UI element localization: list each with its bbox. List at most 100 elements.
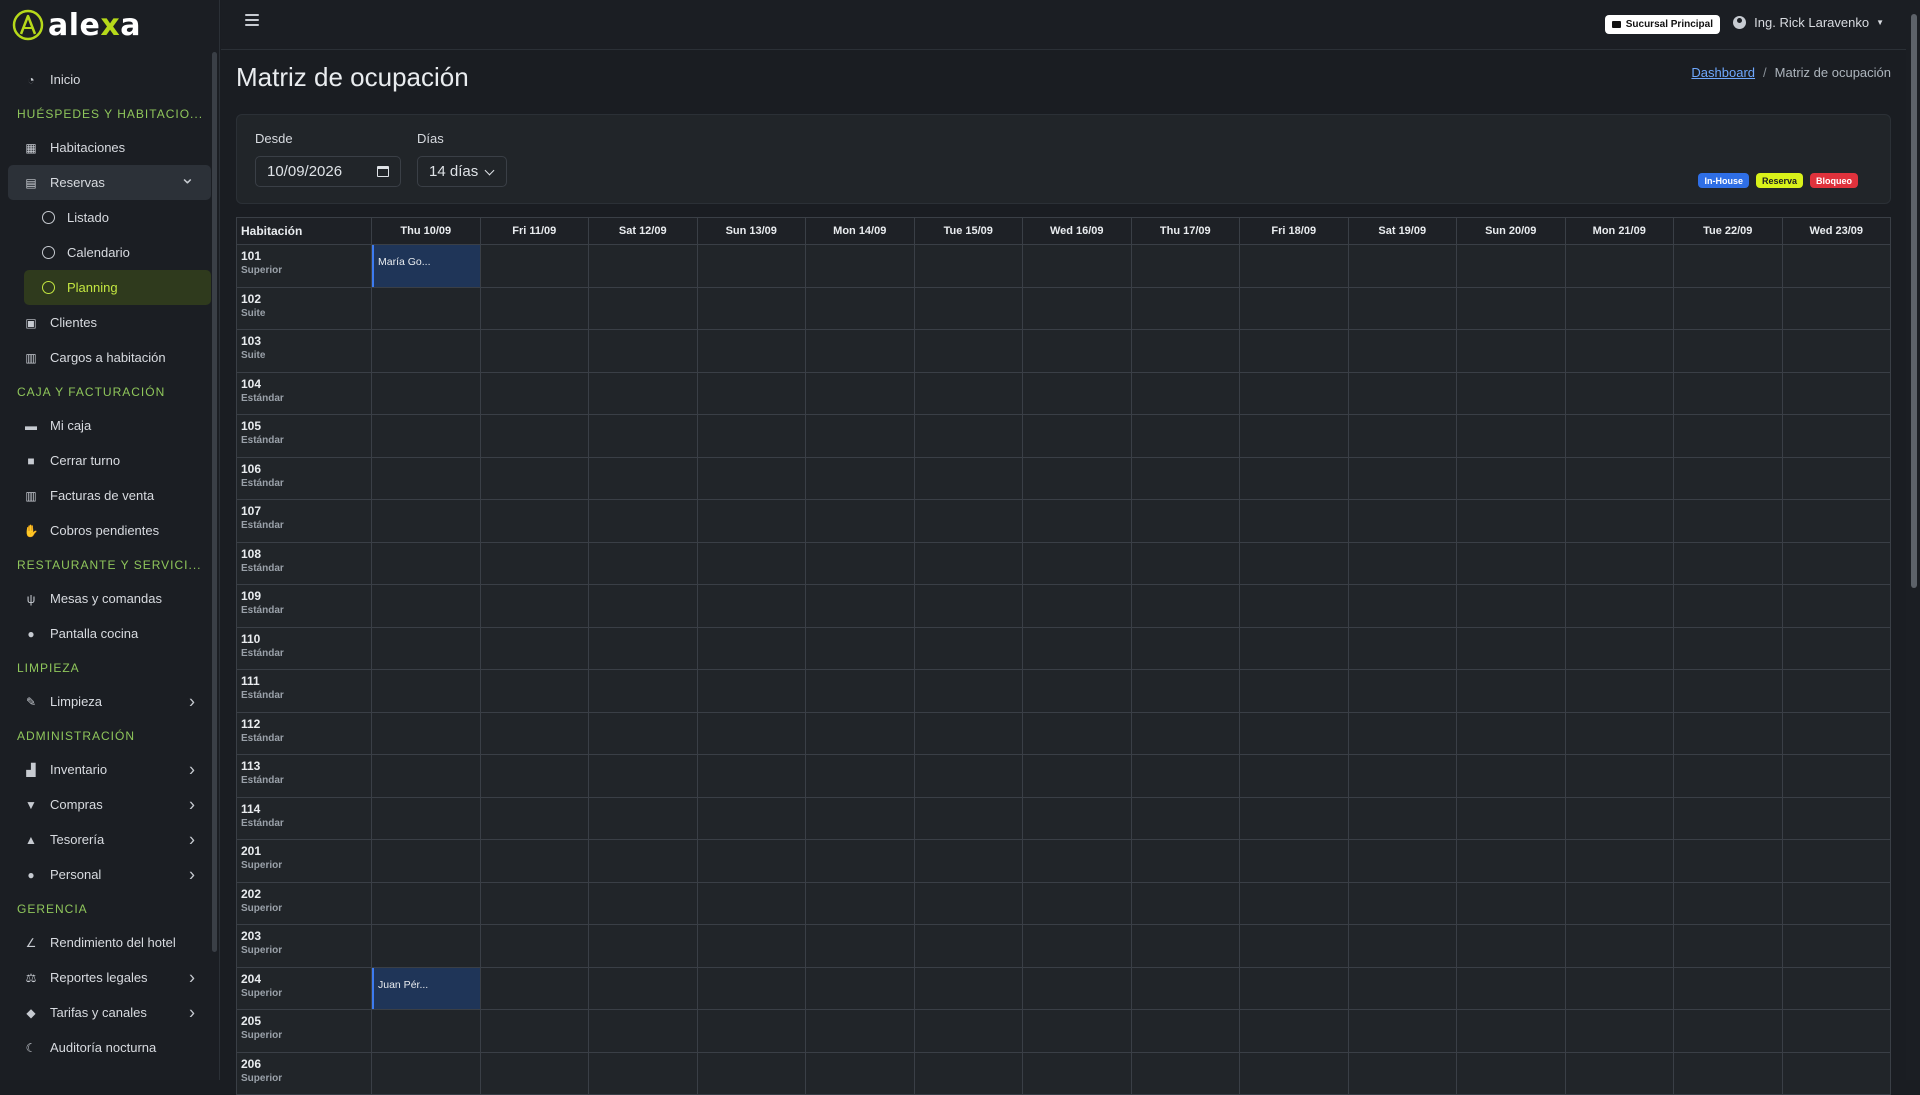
sidebar-item-rendimiento-del-hotel[interactable]: ∠ Rendimiento del hotel — [8, 925, 211, 960]
day-cell[interactable] — [1673, 244, 1783, 288]
day-cell[interactable] — [1239, 626, 1349, 670]
day-cell[interactable] — [1781, 839, 1891, 883]
day-cell[interactable] — [1456, 754, 1566, 798]
day-cell[interactable] — [913, 329, 1023, 373]
day-cell[interactable] — [1781, 626, 1891, 670]
day-cell[interactable] — [913, 881, 1023, 925]
day-cell[interactable] — [1239, 966, 1349, 1010]
day-cell[interactable] — [805, 711, 915, 755]
day-cell[interactable] — [479, 626, 589, 670]
day-cell[interactable] — [371, 414, 481, 458]
day-cell[interactable] — [805, 924, 915, 968]
day-cell[interactable] — [1022, 1051, 1132, 1095]
day-cell[interactable] — [696, 924, 806, 968]
day-cell[interactable] — [1564, 499, 1674, 543]
day-cell[interactable] — [1239, 839, 1349, 883]
day-cell[interactable] — [479, 414, 589, 458]
day-cell[interactable] — [479, 1051, 589, 1095]
day-cell[interactable] — [1347, 371, 1457, 415]
day-cell[interactable] — [1347, 1009, 1457, 1053]
day-cell[interactable] — [588, 754, 698, 798]
day-cell[interactable] — [1673, 414, 1783, 458]
day-cell[interactable] — [1564, 754, 1674, 798]
day-cell[interactable] — [805, 499, 915, 543]
day-cell[interactable] — [588, 1051, 698, 1095]
day-cell[interactable] — [1239, 1051, 1349, 1095]
day-cell[interactable] — [588, 924, 698, 968]
day-cell[interactable] — [1022, 839, 1132, 883]
day-cell[interactable] — [1781, 881, 1891, 925]
day-cell[interactable] — [1781, 1051, 1891, 1095]
day-cell[interactable] — [913, 1009, 1023, 1053]
day-cell[interactable] — [588, 669, 698, 713]
day-cell[interactable] — [805, 329, 915, 373]
day-cell[interactable] — [1239, 371, 1349, 415]
day-cell[interactable] — [1130, 796, 1240, 840]
day-cell[interactable] — [1239, 754, 1349, 798]
day-cell[interactable] — [371, 839, 481, 883]
day-cell[interactable] — [1564, 924, 1674, 968]
booking-block[interactable]: Juan Pér... — [372, 967, 480, 1009]
day-cell[interactable] — [913, 414, 1023, 458]
day-cell[interactable] — [696, 286, 806, 330]
day-cell[interactable] — [1673, 541, 1783, 585]
sidebar-item-pantalla-cocina[interactable]: ● Pantalla cocina — [8, 616, 211, 651]
day-cell[interactable] — [1130, 711, 1240, 755]
breadcrumb-dashboard-link[interactable]: Dashboard — [1691, 65, 1755, 80]
day-cell[interactable] — [479, 499, 589, 543]
sidebar-item-reservas[interactable]: ▤ Reservas ⌄ — [8, 165, 211, 200]
day-cell[interactable] — [371, 286, 481, 330]
day-cell[interactable] — [588, 414, 698, 458]
day-cell[interactable] — [1239, 286, 1349, 330]
day-cell[interactable] — [1564, 839, 1674, 883]
day-cell[interactable] — [588, 371, 698, 415]
day-cell[interactable] — [805, 754, 915, 798]
sidebar-item-tesoreria[interactable]: ▲ Tesorería › — [8, 822, 211, 857]
sidebar-item-compras[interactable]: ▼ Compras › — [8, 787, 211, 822]
day-cell[interactable] — [371, 1051, 481, 1095]
day-cell[interactable] — [371, 924, 481, 968]
day-cell[interactable] — [371, 626, 481, 670]
day-cell[interactable] — [479, 584, 589, 628]
day-cell[interactable] — [1130, 881, 1240, 925]
day-cell[interactable] — [588, 584, 698, 628]
day-cell[interactable] — [588, 329, 698, 373]
day-cell[interactable] — [1456, 839, 1566, 883]
day-cell[interactable] — [1239, 881, 1349, 925]
day-cell[interactable] — [696, 796, 806, 840]
day-cell[interactable]: María Go... — [371, 244, 481, 288]
day-cell[interactable] — [1456, 796, 1566, 840]
day-cell[interactable] — [588, 244, 698, 288]
day-cell[interactable] — [479, 244, 589, 288]
day-cell[interactable] — [371, 499, 481, 543]
day-cell[interactable]: Juan Pér... — [371, 966, 481, 1010]
day-cell[interactable] — [1022, 626, 1132, 670]
day-cell[interactable] — [371, 1009, 481, 1053]
day-cell[interactable] — [696, 881, 806, 925]
branch-badge[interactable]: Sucursal Principal — [1604, 15, 1720, 34]
day-cell[interactable] — [1130, 499, 1240, 543]
day-cell[interactable] — [1673, 796, 1783, 840]
day-cell[interactable] — [696, 371, 806, 415]
day-cell[interactable] — [1673, 881, 1783, 925]
day-cell[interactable] — [805, 371, 915, 415]
day-cell[interactable] — [1130, 1009, 1240, 1053]
day-cell[interactable] — [1456, 669, 1566, 713]
day-cell[interactable] — [1347, 924, 1457, 968]
sidebar-item-mesas-y-comandas[interactable]: ψ Mesas y comandas — [8, 581, 211, 616]
day-cell[interactable] — [479, 329, 589, 373]
day-cell[interactable] — [1130, 669, 1240, 713]
day-cell[interactable] — [1239, 1009, 1349, 1053]
day-cell[interactable] — [479, 541, 589, 585]
days-select[interactable]: 14 días — [417, 156, 507, 187]
day-cell[interactable] — [588, 541, 698, 585]
day-cell[interactable] — [1022, 371, 1132, 415]
day-cell[interactable] — [588, 1009, 698, 1053]
day-cell[interactable] — [1564, 329, 1674, 373]
day-cell[interactable] — [913, 1051, 1023, 1095]
day-cell[interactable] — [1781, 1009, 1891, 1053]
day-cell[interactable] — [588, 966, 698, 1010]
day-cell[interactable] — [1564, 881, 1674, 925]
day-cell[interactable] — [696, 626, 806, 670]
day-cell[interactable] — [1781, 499, 1891, 543]
